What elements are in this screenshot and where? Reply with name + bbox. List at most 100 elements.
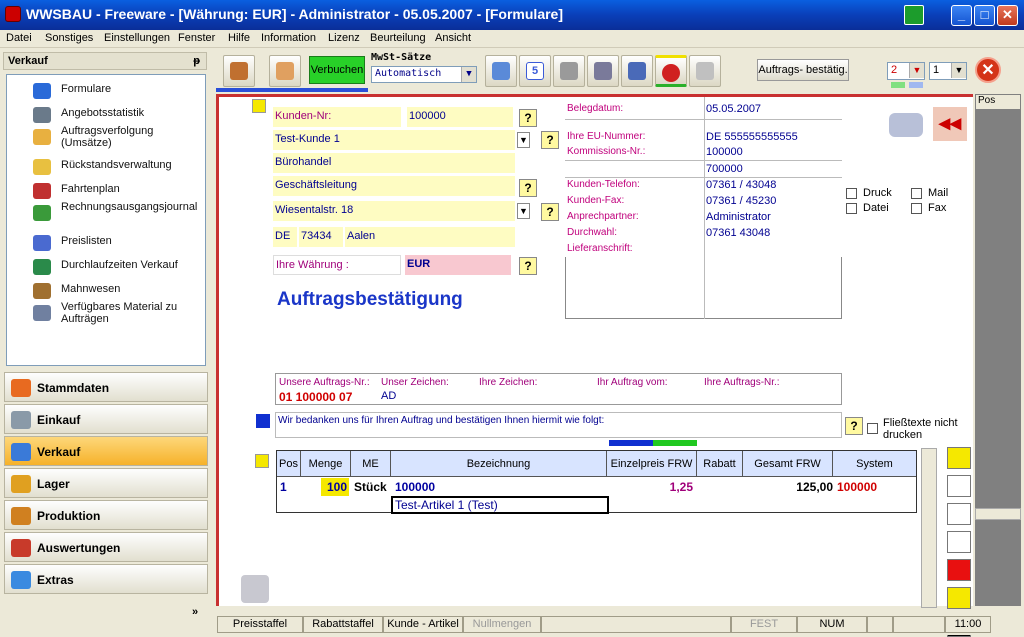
fliesstext-checkbox[interactable] xyxy=(867,423,878,434)
minimize-button[interactable]: _ xyxy=(951,5,972,26)
mwst-select[interactable]: Automatisch ▼ xyxy=(371,66,477,83)
status-kunde-artikel[interactable]: Kunde - Artikel xyxy=(383,616,463,633)
group-stammdaten[interactable]: Stammdaten xyxy=(4,372,208,402)
menu-information[interactable]: Information xyxy=(261,32,316,44)
row-pos[interactable]: 1 xyxy=(280,478,287,496)
group-extras[interactable]: Extras xyxy=(4,564,208,594)
table-scrollbar[interactable] xyxy=(921,448,937,608)
col-me[interactable]: ME xyxy=(351,451,391,477)
mail-checkbox[interactable] xyxy=(911,188,922,199)
scroll-updown-button[interactable] xyxy=(947,447,971,469)
red-color-button[interactable] xyxy=(947,559,971,581)
status-preisstaffel[interactable]: Preisstaffel xyxy=(217,616,303,633)
more-groups-button[interactable]: » xyxy=(192,606,198,618)
insert-row-icon[interactable] xyxy=(947,475,971,497)
fax-value[interactable]: 07361 / 45230 xyxy=(706,195,776,207)
ansprechpartner-value[interactable]: Administrator xyxy=(706,211,771,223)
row-menge[interactable]: 100 xyxy=(321,478,349,496)
address-line3-field[interactable]: Geschäftsleitung xyxy=(273,176,515,196)
fax-machine-icon[interactable] xyxy=(889,113,923,137)
print-preview-button[interactable] xyxy=(587,55,619,87)
chevron-down-icon[interactable]: ▼ xyxy=(517,203,530,219)
email-button[interactable] xyxy=(655,55,687,87)
menu-hilfe[interactable]: Hilfe xyxy=(228,32,250,44)
row-einzelpreis[interactable]: 1,25 xyxy=(607,478,693,496)
help-icon[interactable]: ? xyxy=(519,257,537,275)
close-button[interactable]: ✕ xyxy=(997,5,1018,26)
add-button[interactable] xyxy=(269,55,301,87)
menu-ansicht[interactable]: Ansicht xyxy=(435,32,471,44)
druck-checkbox[interactable] xyxy=(846,188,857,199)
col-system[interactable]: System xyxy=(833,451,916,477)
menu-lizenz[interactable]: Lizenz xyxy=(328,32,360,44)
group-einkauf[interactable]: Einkauf xyxy=(4,404,208,434)
blue-marker[interactable] xyxy=(256,414,270,428)
article-text-field[interactable]: Test-Artikel 1 (Test) xyxy=(391,496,609,514)
unsere-nr-value[interactable]: 01 100000 07 xyxy=(279,390,352,404)
printer-add-icon[interactable] xyxy=(241,575,269,603)
city-field[interactable]: Aalen xyxy=(345,227,515,247)
kommission-value[interactable]: 100000 xyxy=(706,146,743,158)
delete-doc-button[interactable] xyxy=(689,55,721,87)
fax-checkbox[interactable] xyxy=(911,203,922,214)
copies-select[interactable]: 2 ▼ xyxy=(887,62,925,80)
pin-icon[interactable]: ᵽ xyxy=(193,55,200,67)
menu-einstellungen[interactable]: Einstellungen xyxy=(104,32,170,44)
row-bezeichnung[interactable]: 100000 xyxy=(395,478,435,496)
col-einzelpreis[interactable]: Einzelpreis FRW xyxy=(607,451,697,477)
maximize-button[interactable]: □ xyxy=(974,5,995,26)
kunden-nr-field[interactable]: 100000 xyxy=(407,107,513,127)
row-system[interactable]: 100000 xyxy=(837,478,877,496)
belegdatum-value[interactable]: 05.05.2007 xyxy=(706,103,761,115)
eu-nummer-value[interactable]: DE 555555555555 xyxy=(706,131,798,143)
verbuchen-button[interactable]: Verbuchen xyxy=(309,56,365,84)
yellow-color-button[interactable] xyxy=(947,587,971,609)
group-verkauf[interactable]: Verkauf xyxy=(4,436,208,466)
group-lager[interactable]: Lager xyxy=(4,468,208,498)
extra-value[interactable]: 700000 xyxy=(706,163,743,175)
help-icon[interactable]: ? xyxy=(519,179,537,197)
help-icon[interactable]: ? xyxy=(845,417,863,435)
close-form-button[interactable]: ✕ xyxy=(975,57,1001,83)
calculator-button[interactable] xyxy=(485,55,517,87)
col-bezeichnung[interactable]: Bezeichnung xyxy=(391,451,607,477)
page-select[interactable]: 1 ▼ xyxy=(929,62,967,80)
country-field[interactable]: DE xyxy=(273,227,297,247)
col-pos[interactable]: Pos xyxy=(277,451,301,477)
move-row-icon[interactable] xyxy=(947,531,971,553)
horizontal-scrollbar[interactable] xyxy=(975,508,1021,520)
durchwahl-value[interactable]: 07361 43048 xyxy=(706,227,770,239)
menu-beurteilung[interactable]: Beurteilung xyxy=(370,32,426,44)
calendar-button[interactable]: 5 xyxy=(519,55,551,87)
auftragsbestaetigung-button[interactable]: Auftrags- bestätig. xyxy=(757,59,849,81)
intro-text[interactable]: Wir bedanken uns für Ihren Auftrag und b… xyxy=(275,412,842,438)
status-rabattstaffel[interactable]: Rabattstaffel xyxy=(303,616,383,633)
status-nullmengen[interactable]: Nullmengen xyxy=(463,616,541,633)
group-produktion[interactable]: Produktion xyxy=(4,500,208,530)
yellow-marker[interactable] xyxy=(255,454,269,468)
help-icon[interactable]: ? xyxy=(519,109,537,127)
export-button[interactable] xyxy=(621,55,653,87)
customer-name-field[interactable]: Test-Kunde 1 xyxy=(273,130,515,150)
split-row-icon[interactable] xyxy=(947,503,971,525)
street-field[interactable]: Wiesentalstr. 18 xyxy=(273,201,515,221)
tray-icon[interactable] xyxy=(904,5,924,25)
chevron-down-icon[interactable]: ▼ xyxy=(517,132,530,148)
menu-fenster[interactable]: Fenster xyxy=(178,32,215,44)
address-line2-field[interactable]: Bürohandel xyxy=(273,153,515,173)
row-gesamt[interactable]: 125,00 xyxy=(743,478,833,496)
col-menge[interactable]: Menge xyxy=(301,451,351,477)
col-rabatt[interactable]: Rabatt xyxy=(697,451,743,477)
print-button[interactable] xyxy=(553,55,585,87)
menu-datei[interactable]: Datei xyxy=(6,32,32,44)
col-gesamt[interactable]: Gesamt FRW xyxy=(743,451,833,477)
app-icon[interactable] xyxy=(5,6,21,22)
help-icon[interactable]: ? xyxy=(541,131,559,149)
unser-zeichen-value[interactable]: AD xyxy=(381,390,396,402)
row-me[interactable]: Stück xyxy=(354,478,387,496)
help-icon[interactable]: ? xyxy=(541,203,559,221)
rewind-icon[interactable]: ◂◂ xyxy=(933,107,967,141)
telefon-value[interactable]: 07361 / 43048 xyxy=(706,179,776,191)
menu-sonstiges[interactable]: Sonstiges xyxy=(45,32,93,44)
zip-field[interactable]: 73434 xyxy=(299,227,343,247)
